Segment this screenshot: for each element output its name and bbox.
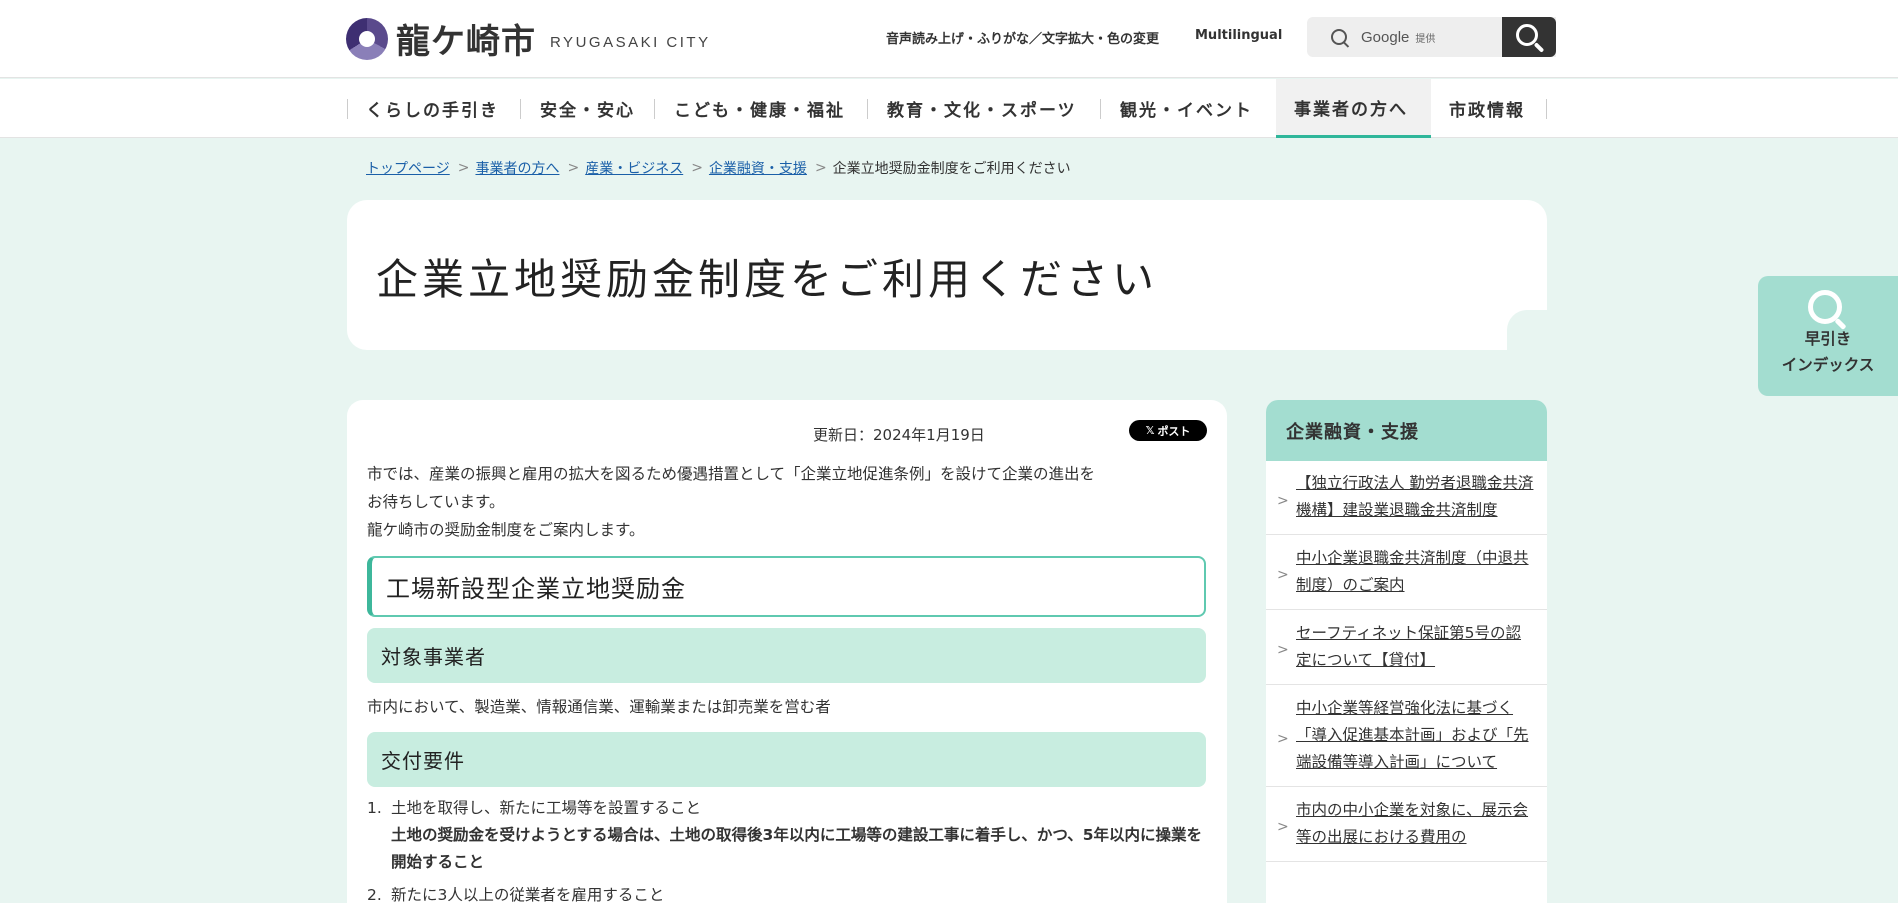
nav-divider — [520, 99, 521, 119]
intro-line: 市では、産業の振興と雇用の拡大を図るため優遇措置として「企業立地促進条例」を設け… — [367, 465, 1096, 483]
sidebar-link[interactable]: 【独立行政法人 勤労者退職金共済機構】建設業退職金共済制度 — [1296, 474, 1533, 519]
intro-line: 龍ケ崎市の奨励金制度をご案内します。 — [367, 521, 645, 539]
list-item: 1. 土地を取得し、新たに工場等を設置すること — [367, 795, 1212, 822]
title-card-notch — [1507, 310, 1547, 350]
sidebar-item[interactable]: > 中小企業退職金共済制度（中退共制度）のご案内 — [1266, 535, 1547, 610]
breadcrumb: トップページ > 事業者の方へ > 産業・ビジネス > 企業融資・支援 > 企業… — [366, 158, 1071, 178]
list-number: 2. — [367, 886, 382, 903]
site-logo[interactable]: 龍ケ崎市 RYUGASAKI CITY — [346, 14, 711, 63]
sidebar-link[interactable]: 中小企業等経営強化法に基づく「導入促進基本計画」および「先端設備等導入計画」につ… — [1296, 699, 1529, 771]
nav-item-city-info[interactable]: 市政情報 — [1449, 79, 1525, 138]
x-logo-icon: 𝕏 — [1145, 424, 1155, 437]
list-number: 1. — [367, 799, 382, 817]
chevron-right-icon: > — [1277, 819, 1289, 835]
chevron-right-icon: > — [1277, 492, 1289, 509]
nav-item-education[interactable]: 教育・文化・スポーツ — [887, 79, 1077, 138]
nav-divider — [1546, 99, 1547, 119]
sidebar-link[interactable]: 中小企業退職金共済制度（中退共制度）のご案内 — [1296, 549, 1529, 594]
list-item: 2. 新たに3人以上の従業者を雇用すること — [367, 882, 1212, 903]
sidebar-link[interactable]: セーフティネット保証第5号の認定について【貸付】 — [1296, 624, 1521, 669]
sidebar-item[interactable]: > 中小企業等経営強化法に基づく「導入促進基本計画」および「先端設備等導入計画」… — [1266, 685, 1547, 787]
chevron-right-icon: > — [1277, 642, 1289, 658]
global-nav: くらしの手引き 安全・安心 こども・健康・福祉 教育・文化・スポーツ 観光・イベ… — [0, 79, 1898, 138]
x-post-label: ポスト — [1157, 424, 1191, 438]
site-header: 龍ケ崎市 RYUGASAKI CITY 音声読み上げ・ふりがな／文字拡大・色の変… — [0, 0, 1898, 78]
multilingual-link[interactable]: Multilingual — [1195, 28, 1282, 43]
search-icon — [1808, 290, 1842, 324]
nav-item-living[interactable]: くらしの手引き — [366, 79, 499, 138]
search-placeholder: Google — [1361, 28, 1410, 46]
chevron-right-icon: > — [457, 160, 470, 176]
list-item-text: 土地を取得し、新たに工場等を設置すること — [391, 799, 702, 817]
quick-index-label: 早引き — [1804, 330, 1852, 348]
search-provider: 提供 — [1415, 33, 1436, 45]
intro-line: お待ちしています。 — [367, 493, 505, 511]
accessibility-link[interactable]: 音声読み上げ・ふりがな／文字拡大・色の変更 — [886, 28, 1159, 47]
sidebar: 企業融資・支援 > 【独立行政法人 勤労者退職金共済機構】建設業退職金共済制度 … — [1266, 400, 1547, 903]
list-item-note: 土地の奨励金を受けようとする場合は、土地の取得後3年以内に工場等の建設工事に着手… — [391, 826, 1202, 871]
chevron-right-icon: > — [1277, 730, 1289, 747]
list-item-text: 新たに3人以上の従業者を雇用すること — [391, 886, 665, 903]
sidebar-item[interactable]: > セーフティネット保証第5号の認定について【貸付】 — [1266, 610, 1547, 685]
sidebar-link[interactable]: 市内の中小企業を対象に、展示会等の出展における費用の — [1296, 801, 1528, 846]
sidebar-heading: 企業融資・支援 — [1266, 400, 1547, 461]
search-icon — [1516, 24, 1538, 46]
search-icon — [1331, 29, 1347, 45]
updated-date: 更新日：2024年1月19日 — [813, 426, 985, 444]
target-text: 市内において、製造業、情報通信業、運輸業または卸売業を営む者 — [367, 698, 831, 716]
breadcrumb-link-industry[interactable]: 産業・ビジネス — [585, 158, 683, 178]
nav-item-children-health[interactable]: こども・健康・福祉 — [674, 79, 845, 138]
chevron-right-icon: > — [567, 160, 580, 176]
subheading-requirements: 交付要件 — [367, 732, 1206, 787]
page-title: 企業立地奨励金制度をご利用ください — [376, 255, 1159, 304]
nav-item-safety[interactable]: 安全・安心 — [540, 79, 635, 138]
nav-divider — [347, 99, 348, 119]
sidebar-item[interactable]: > 市内の中小企業を対象に、展示会等の出展における費用の — [1266, 787, 1547, 862]
search-button[interactable] — [1502, 17, 1556, 57]
quick-index-label: インデックス — [1781, 356, 1875, 374]
city-emblem-icon — [346, 17, 388, 60]
chevron-right-icon: > — [814, 160, 827, 176]
nav-item-tourism[interactable]: 観光・イベント — [1120, 79, 1253, 138]
nav-divider — [867, 99, 868, 119]
nav-divider — [654, 99, 655, 119]
x-post-button[interactable]: 𝕏 ポスト — [1129, 420, 1207, 441]
chevron-right-icon: > — [691, 160, 703, 176]
nav-divider — [1100, 99, 1101, 119]
section-heading: 工場新設型企業立地奨励金 — [367, 556, 1206, 617]
nav-item-business[interactable]: 事業者の方へ — [1276, 79, 1431, 138]
breadcrumb-link-finance[interactable]: 企業融資・支援 — [709, 158, 807, 178]
sidebar-item[interactable]: > 【独立行政法人 勤労者退職金共済機構】建設業退職金共済制度 — [1266, 461, 1547, 535]
intro-text: 市では、産業の振興と雇用の拡大を図るため優遇措置として「企業立地促進条例」を設け… — [367, 460, 1207, 544]
subheading-target: 対象事業者 — [367, 628, 1206, 683]
logo-text-en: RYUGASAKI CITY — [550, 34, 711, 51]
breadcrumb-current: 企業立地奨励金制度をご利用ください — [832, 161, 1071, 177]
breadcrumb-link-top[interactable]: トップページ — [366, 158, 450, 178]
chevron-right-icon: > — [1277, 567, 1289, 583]
requirements-list: 1. 土地を取得し、新たに工場等を設置すること 土地の奨励金を受けようとする場合は… — [367, 795, 1212, 903]
logo-text-jp: 龍ケ崎市 — [396, 22, 536, 62]
breadcrumb-link-business[interactable]: 事業者の方へ — [475, 158, 559, 178]
quick-index-button[interactable]: 早引き インデックス — [1758, 276, 1898, 396]
